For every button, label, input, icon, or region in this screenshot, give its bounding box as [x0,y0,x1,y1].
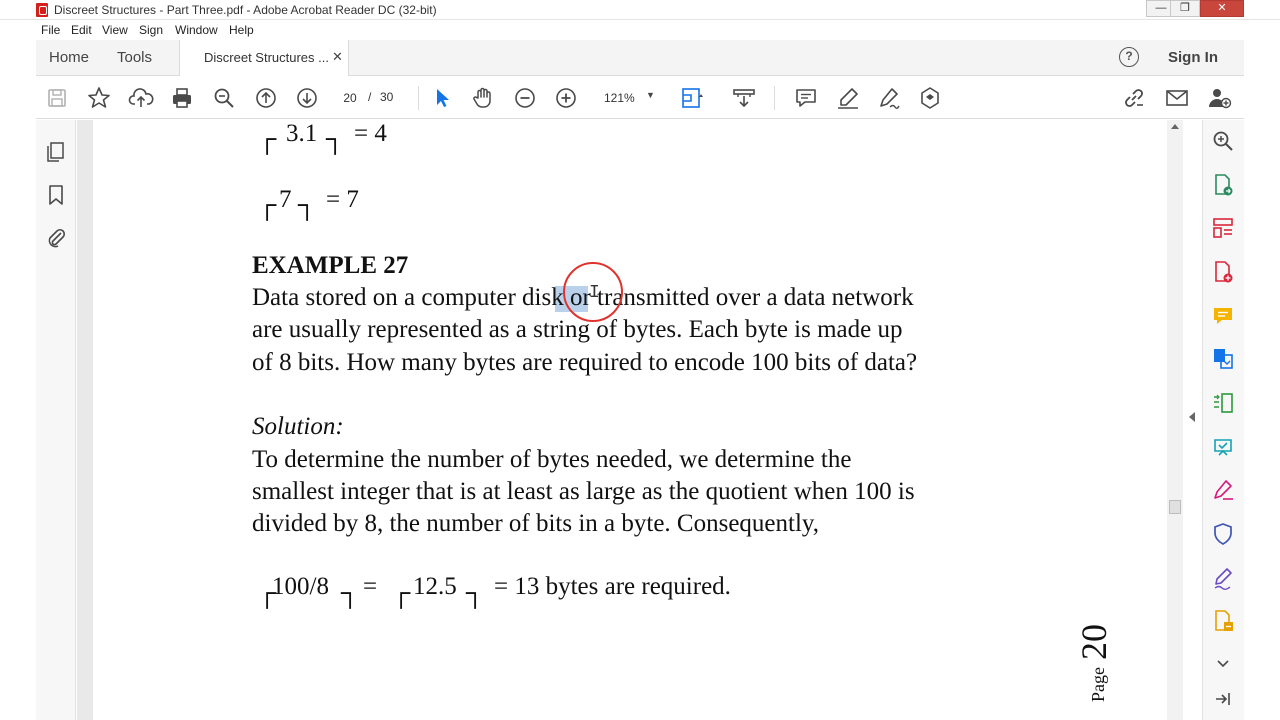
create-pdf-icon[interactable] [1210,259,1236,285]
page-up-icon[interactable] [253,85,279,111]
zoom-dropdown-caret-icon[interactable]: ▼ [646,90,655,100]
ceiling-value-2: 7 [279,186,292,213]
left-navigation-panel [36,120,76,720]
menu-file[interactable]: File [41,23,60,37]
example-line-2: are usually represented as a string of b… [252,316,903,343]
ceiling-close-bracket: ┐ [466,578,485,607]
menu-window[interactable]: Window [175,23,218,37]
page-total: 30 [380,90,394,104]
link-icon[interactable] [1121,85,1147,111]
vertical-scrollbar[interactable] [1167,120,1183,720]
pages-icon[interactable] [43,138,69,164]
ceiling-result-2: = 7 [326,186,359,213]
sign-icon[interactable] [1210,565,1236,591]
scrollbar-thumb[interactable] [1169,500,1181,514]
attachment-icon[interactable] [43,225,69,251]
combine-files-icon[interactable] [1210,346,1236,372]
help-icon[interactable]: ? [1119,47,1139,67]
text-cursor-icon: I [589,283,600,303]
zoom-out-icon[interactable] [512,85,538,111]
window-title: Discreet Structures - Part Three.pdf - A… [54,3,437,17]
page-number-value: 20 [1074,624,1114,660]
close-window-button[interactable]: ✕ [1200,0,1244,17]
stamp-icon[interactable] [917,85,943,111]
page-word: Page [1088,667,1108,702]
upload-icon[interactable] [128,85,154,111]
final-result: = 13 bytes are required. [494,573,731,600]
page-down-icon[interactable] [294,85,320,111]
menu-help[interactable]: Help [229,23,254,37]
toolbar: 20 / 30 121% ▼ [36,76,1244,119]
document-tab-label: Discreet Structures ... [204,50,329,65]
title-bar: Discreet Structures - Part Three.pdf - A… [0,0,1280,20]
scroll-mode-icon[interactable] [731,85,757,111]
ceiling-close-bracket: ┐ [326,124,345,153]
ceiling-open-bracket: ┌ [392,578,411,607]
scroll-up-icon[interactable] [1171,124,1179,129]
more-tools-icon[interactable] [1210,608,1236,634]
bookmark-star-icon[interactable] [86,85,112,111]
restore-button[interactable]: ❐ [1170,0,1200,17]
bookmark-icon[interactable] [43,182,69,208]
acrobat-app-icon [36,3,48,17]
close-tab-icon[interactable]: ✕ [332,49,343,65]
ceiling-result-1: = 4 [354,120,387,147]
ceiling-close-bracket: ┐ [298,190,317,219]
protect-icon[interactable] [1210,521,1236,547]
compress-icon[interactable] [1210,390,1236,416]
final-equals: = [363,573,378,600]
menu-bar: File Edit View Sign Window Help [36,20,1244,40]
fill-sign-icon[interactable] [1210,477,1236,503]
send-review-icon[interactable] [1210,434,1236,460]
menu-view[interactable]: View [102,23,128,37]
search-zoom-icon[interactable] [1210,128,1236,154]
acrobat-window: Discreet Structures - Part Three.pdf - A… [0,0,1280,720]
solution-line-3: divided by 8, the number of bits in a by… [252,510,820,537]
comment-icon[interactable] [793,85,819,111]
expand-chevron-icon[interactable] [1210,650,1236,676]
hand-icon[interactable] [470,85,496,111]
menu-sign[interactable]: Sign [139,23,163,37]
tab-home[interactable]: Home [49,49,89,66]
mail-icon[interactable] [1164,85,1190,111]
select-arrow-icon[interactable] [429,85,455,111]
print-icon[interactable] [169,85,195,111]
tab-bar: Home Tools Discreet Structures ... ✕ ? S… [36,40,1244,76]
tab-tools[interactable]: Tools [117,49,152,66]
page-number-input[interactable]: 20 [336,88,364,108]
final-expression-a: 100/8 [272,573,329,600]
fit-page-icon[interactable] [679,85,705,111]
example-heading: EXAMPLE 27 [252,252,409,279]
comment-tool-icon[interactable] [1210,303,1236,329]
solution-heading: Solution: [252,413,344,440]
sign-in-link[interactable]: Sign In [1168,49,1218,66]
sign-pen-icon[interactable] [876,85,902,111]
desktop-right-edge [1244,0,1280,720]
zoom-search-icon[interactable] [211,85,237,111]
save-icon[interactable] [44,85,70,111]
toolbar-divider [418,86,419,110]
collapse-panel-icon[interactable] [1210,686,1236,712]
add-user-icon[interactable] [1206,85,1232,111]
collapse-right-panel-icon[interactable] [1189,412,1195,422]
page-separator: / [368,90,372,104]
export-pdf-icon[interactable] [1210,172,1236,198]
solution-line-1: To determine the number of bytes needed,… [252,446,852,473]
toolbar-divider [774,86,775,110]
final-expression-b: 12.5 [413,573,457,600]
highlight-pen-icon[interactable] [835,85,861,111]
example-line-3: of 8 bits. How many bytes are required t… [252,349,918,376]
desktop-left-edge [0,0,36,720]
ceiling-open-bracket: ┌ [258,190,277,219]
menu-edit[interactable]: Edit [71,23,92,37]
page-number-label: Page 20 [1074,624,1114,702]
ceiling-close-bracket: ┐ [341,578,360,607]
tab-document[interactable]: Discreet Structures ... ✕ [179,40,349,76]
zoom-in-icon[interactable] [553,85,579,111]
organize-pages-icon[interactable] [1210,215,1236,241]
solution-line-2: smallest integer that is at least as lar… [252,478,915,505]
ceiling-value-1: 3.1 [286,120,318,147]
ceiling-open-bracket: ┌ [258,124,277,153]
